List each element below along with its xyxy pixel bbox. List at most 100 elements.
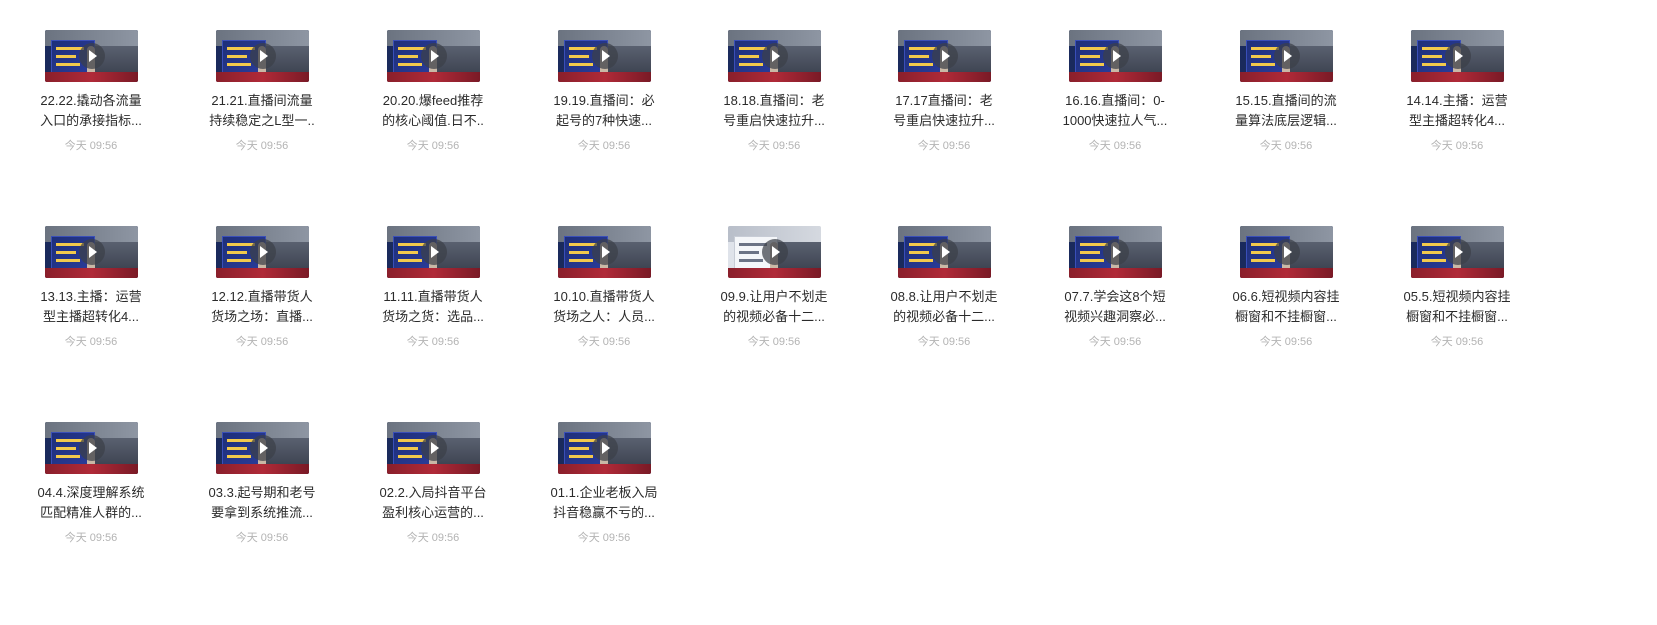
file-name-line1: 10.10.直播带货人 xyxy=(553,289,655,304)
video-file-item[interactable]: 15.15.直播间的流 量算法底层逻辑... 今天 09:56 xyxy=(1211,8,1361,178)
file-modified-time: 今天 09:56 xyxy=(1259,140,1313,152)
video-thumbnail[interactable] xyxy=(558,30,651,82)
play-icon[interactable] xyxy=(1444,239,1471,265)
video-file-item[interactable]: 14.14.主播：运营 型主播超转化4... 今天 09:56 xyxy=(1382,8,1532,178)
video-thumbnail[interactable] xyxy=(387,30,480,82)
video-thumbnail[interactable] xyxy=(45,226,138,278)
file-name-line1: 19.19.直播间：必 xyxy=(553,93,655,108)
video-thumbnail[interactable] xyxy=(45,30,138,82)
video-file-item[interactable]: 08.8.让用户不划走 的视频必备十二... 今天 09:56 xyxy=(869,204,1019,374)
play-icon[interactable] xyxy=(1102,43,1129,69)
video-file-item[interactable]: 17.17直播间：老 号重启快速拉升... 今天 09:56 xyxy=(869,8,1019,178)
video-thumbnail[interactable] xyxy=(1069,30,1162,82)
video-file-item[interactable]: 21.21.直播间流量 持续稳定之L型一.. 今天 09:56 xyxy=(187,8,337,178)
thumbnail-stage-floor xyxy=(216,72,309,82)
video-file-item[interactable]: 19.19.直播间：必 起号的7种快速... 今天 09:56 xyxy=(529,8,679,178)
video-thumbnail[interactable] xyxy=(898,30,991,82)
video-file-item[interactable]: 01.1.企业老板入局 抖音稳赢不亏的... 今天 09:56 xyxy=(529,400,679,570)
file-name: 05.5.短视频内容挂 橱窗和不挂橱窗... xyxy=(1382,287,1532,327)
video-thumbnail[interactable] xyxy=(1411,226,1504,278)
video-file-item[interactable]: 16.16.直播间：0- 1000快速拉人气... 今天 09:56 xyxy=(1040,8,1190,178)
video-file-item[interactable]: 06.6.短视频内容挂 橱窗和不挂橱窗... 今天 09:56 xyxy=(1211,204,1361,374)
video-file-item[interactable]: 03.3.起号期和老号 要拿到系统推流... 今天 09:56 xyxy=(187,400,337,570)
video-thumbnail[interactable] xyxy=(216,226,309,278)
play-icon[interactable] xyxy=(78,239,105,265)
file-modified-time: 今天 09:56 xyxy=(235,336,289,348)
file-name-line1: 07.7.学会这8个短 xyxy=(1064,289,1166,304)
file-name: 21.21.直播间流量 持续稳定之L型一.. xyxy=(187,91,337,131)
video-thumbnail[interactable] xyxy=(558,422,651,474)
video-thumbnail[interactable] xyxy=(558,226,651,278)
play-icon[interactable] xyxy=(1444,43,1471,69)
file-modified-time: 今天 09:56 xyxy=(64,140,118,152)
play-icon[interactable] xyxy=(1273,43,1300,69)
play-icon[interactable] xyxy=(249,435,276,461)
video-thumbnail[interactable] xyxy=(1240,30,1333,82)
video-thumbnail[interactable] xyxy=(1411,30,1504,82)
play-icon[interactable] xyxy=(931,239,958,265)
video-file-item[interactable]: 07.7.学会这8个短 视频兴趣洞察必... 今天 09:56 xyxy=(1040,204,1190,374)
file-name-line1: 15.15.直播间的流 xyxy=(1235,93,1337,108)
play-icon[interactable] xyxy=(591,43,618,69)
play-icon[interactable] xyxy=(249,43,276,69)
file-name-line2: 1000快速拉人气... xyxy=(1062,113,1168,128)
thumbnail-stage-floor xyxy=(387,464,480,474)
video-file-item[interactable]: 11.11.直播带货人 货场之货：选品... 今天 09:56 xyxy=(358,204,508,374)
file-modified-time: 今天 09:56 xyxy=(917,336,971,348)
play-icon[interactable] xyxy=(591,435,618,461)
video-thumbnail[interactable] xyxy=(387,226,480,278)
video-file-item[interactable]: 10.10.直播带货人 货场之人：人员... 今天 09:56 xyxy=(529,204,679,374)
file-name: 07.7.学会这8个短 视频兴趣洞察必... xyxy=(1040,287,1190,327)
play-icon[interactable] xyxy=(1273,239,1300,265)
video-file-item[interactable]: 22.22.撬动各流量 入口的承接指标... 今天 09:56 xyxy=(16,8,166,178)
play-icon[interactable] xyxy=(249,239,276,265)
play-icon[interactable] xyxy=(420,435,447,461)
video-thumbnail[interactable] xyxy=(1069,226,1162,278)
video-thumbnail[interactable] xyxy=(387,422,480,474)
video-file-item[interactable]: 20.20.爆feed推荐 的核心阈值.日不.. 今天 09:56 xyxy=(358,8,508,178)
video-file-item[interactable]: 12.12.直播带货人 货场之场：直播... 今天 09:56 xyxy=(187,204,337,374)
file-name: 14.14.主播：运营 型主播超转化4... xyxy=(1382,91,1532,131)
video-file-item[interactable]: 18.18.直播间：老 号重启快速拉升... 今天 09:56 xyxy=(699,8,849,178)
video-file-item[interactable]: 02.2.入局抖音平台 盈利核心运营的... 今天 09:56 xyxy=(358,400,508,570)
play-icon[interactable] xyxy=(420,239,447,265)
video-thumbnail[interactable] xyxy=(898,226,991,278)
play-icon[interactable] xyxy=(931,43,958,69)
thumbnail-stage-floor xyxy=(558,268,651,278)
file-name: 22.22.撬动各流量 入口的承接指标... xyxy=(16,91,166,131)
video-file-item[interactable]: 05.5.短视频内容挂 橱窗和不挂橱窗... 今天 09:56 xyxy=(1382,204,1532,374)
play-icon[interactable] xyxy=(1102,239,1129,265)
file-modified-time: 今天 09:56 xyxy=(64,532,118,544)
thumbnail-stage-floor xyxy=(1240,72,1333,82)
video-thumbnail[interactable] xyxy=(216,422,309,474)
file-modified-time: 今天 09:56 xyxy=(1088,336,1142,348)
file-name-line1: 17.17直播间：老 xyxy=(895,93,993,108)
video-thumbnail[interactable] xyxy=(45,422,138,474)
play-icon[interactable] xyxy=(78,435,105,461)
thumbnail-stage-floor xyxy=(1069,268,1162,278)
file-name: 15.15.直播间的流 量算法底层逻辑... xyxy=(1211,91,1361,131)
file-name-line1: 04.4.深度理解系统 xyxy=(37,485,145,500)
file-name-line1: 20.20.爆feed推荐 xyxy=(382,93,484,108)
file-name-line2: 起号的7种快速... xyxy=(555,113,653,128)
file-name-line2: 的视频必备十二... xyxy=(893,309,995,324)
play-icon[interactable] xyxy=(761,239,788,265)
video-thumbnail[interactable] xyxy=(1240,226,1333,278)
video-thumbnail[interactable] xyxy=(216,30,309,82)
video-file-item[interactable]: 09.9.让用户不划走 的视频必备十二... 今天 09:56 xyxy=(699,204,849,374)
video-thumbnail[interactable] xyxy=(728,226,821,278)
file-name: 18.18.直播间：老 号重启快速拉升... xyxy=(699,91,849,131)
play-icon[interactable] xyxy=(78,43,105,69)
play-icon[interactable] xyxy=(591,239,618,265)
video-thumbnail[interactable] xyxy=(728,30,821,82)
thumbnail-stage-floor xyxy=(216,268,309,278)
file-modified-time: 今天 09:56 xyxy=(747,140,801,152)
video-file-item[interactable]: 13.13.主播：运营 型主播超转化4... 今天 09:56 xyxy=(16,204,166,374)
file-name-line2: 号重启快速拉升... xyxy=(893,113,995,128)
play-icon[interactable] xyxy=(761,43,788,69)
thumbnail-stage-floor xyxy=(45,268,138,278)
file-modified-time: 今天 09:56 xyxy=(1259,336,1313,348)
video-file-item[interactable]: 04.4.深度理解系统 匹配精准人群的... 今天 09:56 xyxy=(16,400,166,570)
file-name-line1: 14.14.主播：运营 xyxy=(1406,93,1508,108)
play-icon[interactable] xyxy=(420,43,447,69)
